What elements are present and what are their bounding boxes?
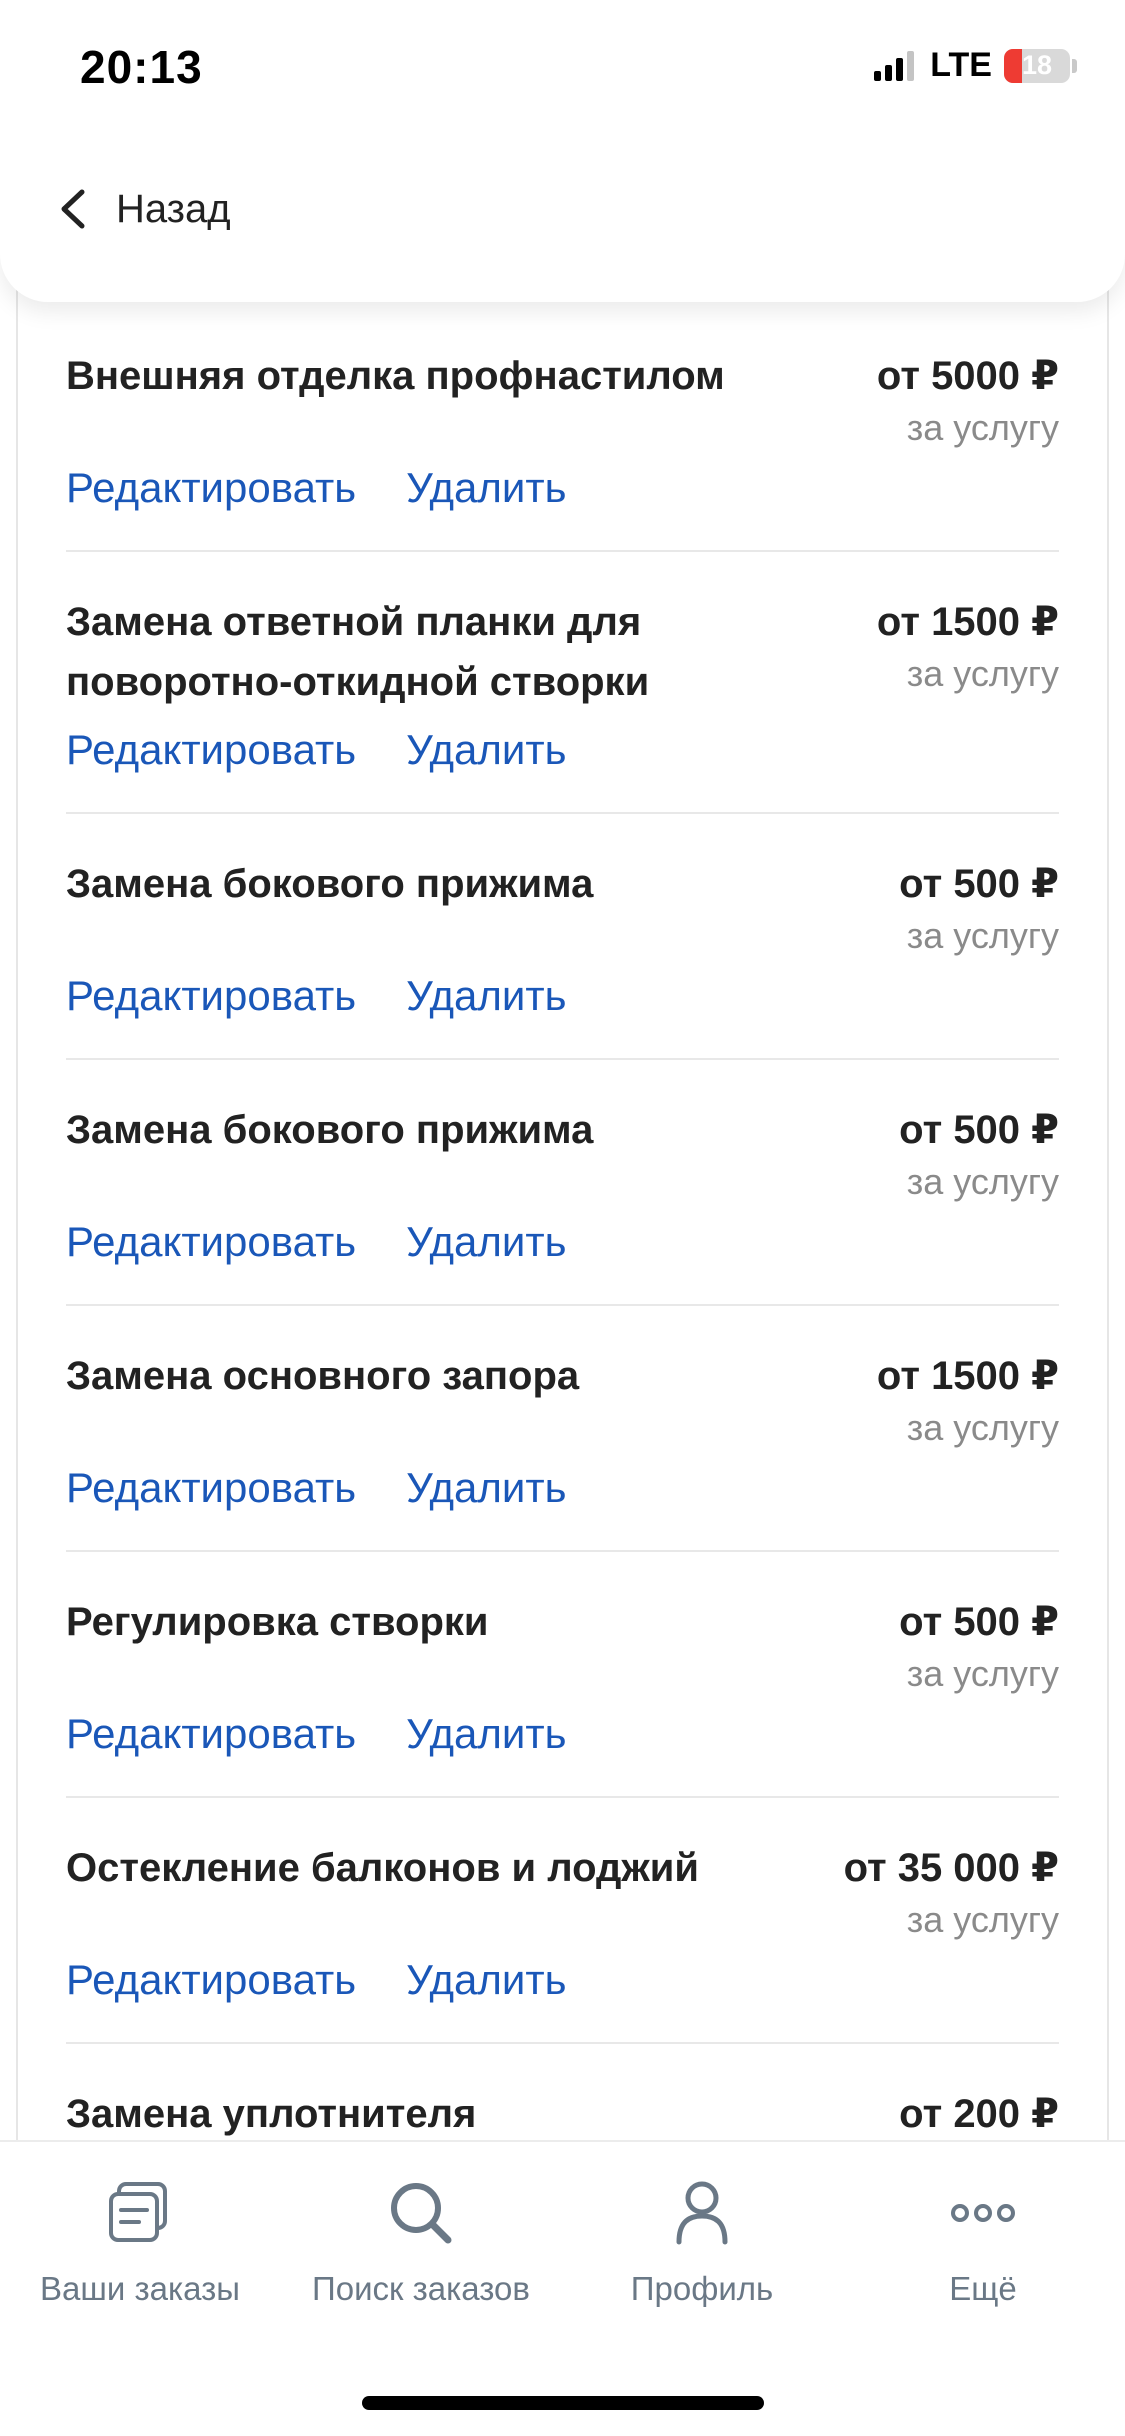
edit-button[interactable]: Редактировать [66,1214,356,1270]
service-title: Замена бокового прижима [66,1108,594,1152]
service-price-block: от 500 ₽ за услугу [799,854,1059,958]
service-title: Замена основного запора [66,1354,580,1398]
tab-bar: Ваши заказы Поиск заказов Профиль Ещё [0,2140,1125,2436]
service-title: Внешняя отделка профнастилом [66,354,725,398]
service-price-unit: за услугу [906,407,1059,448]
service-price-block: от 5000 ₽ за услугу [799,346,1059,450]
tab-more-label: Ещё [949,2270,1017,2307]
tab-search[interactable]: Поиск заказов [281,2178,561,2308]
service-price: от 1500 ₽ [876,1354,1059,1398]
battery-icon: 18 [1004,48,1070,83]
service-price-block: от 35 000 ₽ за услугу [799,1838,1059,1942]
service-price: от 5000 ₽ [876,354,1059,398]
tab-orders[interactable]: Ваши заказы [0,2178,280,2308]
service-price-block: от 500 ₽ за услугу [799,1100,1059,1204]
back-button[interactable]: Назад [116,187,231,232]
service-row: Замена ответной планки для поворотно-отк… [66,592,1059,712]
status-indicators: LTE 18 [874,46,1077,85]
person-icon [676,2181,728,2245]
status-time: 20:13 [80,41,203,93]
search-icon [391,2183,452,2244]
tab-more[interactable]: Ещё [843,2178,1123,2308]
service-item: Остекление балконов и лоджий от 35 000 ₽ з… [66,1838,1059,2044]
service-actions: Редактировать Удалить [66,460,1059,516]
service-actions: Редактировать Удалить [66,1706,1059,1762]
service-price-unit: за услугу [906,1161,1059,1202]
services-card: Внешняя отделка профнастилом от 5000 ₽ за … [16,250,1109,2150]
status-bar: 20:13 LTE 18 [0,0,1125,140]
battery-tip [1072,58,1077,73]
service-title: Замена бокового прижима [66,862,594,906]
service-price: от 1500 ₽ [876,600,1059,644]
service-price-block: от 500 ₽ за услугу [799,1592,1059,1696]
service-item: Замена основного запора от 1500 ₽ за услуг… [66,1346,1059,1552]
edit-button[interactable]: Редактировать [66,1460,356,1516]
tab-search-label: Поиск заказов [312,2270,530,2307]
chevron-left-icon[interactable] [56,187,90,231]
header: Назад [0,140,1125,302]
service-title: Замена ответной планки для поворотно-отк… [66,600,650,704]
service-price: от 35 000 ₽ [843,1846,1059,1890]
service-actions: Редактировать Удалить [66,968,1059,1024]
delete-button[interactable]: Удалить [406,460,566,516]
service-price-unit: за услугу [906,1899,1059,1940]
edit-button[interactable]: Редактировать [66,1952,356,2008]
service-price: от 200 ₽ [899,2092,1059,2136]
service-price: от 500 ₽ [899,1600,1059,1644]
service-actions: Редактировать Удалить [66,1460,1059,1516]
service-item: Замена бокового прижима от 500 ₽ за услугу… [66,1100,1059,1306]
service-price-unit: за услугу [906,915,1059,956]
delete-button[interactable]: Удалить [406,722,566,778]
service-price-unit: за услугу [906,653,1059,694]
service-price-block: от 1500 ₽ за услугу [799,1346,1059,1450]
service-actions: Редактировать Удалить [66,722,1059,778]
service-row: Замена бокового прижима от 500 ₽ за услугу [66,854,1059,958]
service-title: Регулировка створки [66,1600,489,1644]
network-type: LTE [930,46,992,84]
tab-orders-label: Ваши заказы [40,2270,240,2307]
service-price: от 500 ₽ [899,862,1059,906]
service-actions: Редактировать Удалить [66,1952,1059,2008]
edit-button[interactable]: Редактировать [66,460,356,516]
service-price-block: от 1500 ₽ за услугу [799,592,1059,712]
service-row: Внешняя отделка профнастилом от 5000 ₽ за … [66,346,1059,450]
delete-button[interactable]: Удалить [406,1214,566,1270]
signal-icon [874,50,918,81]
battery-level: 18 [1021,50,1053,80]
edit-button[interactable]: Редактировать [66,968,356,1024]
service-row: Замена основного запора от 1500 ₽ за услуг… [66,1346,1059,1450]
service-price-unit: за услугу [906,1407,1059,1448]
edit-button[interactable]: Редактировать [66,1706,356,1762]
delete-button[interactable]: Удалить [406,1952,566,2008]
edit-button[interactable]: Редактировать [66,722,356,778]
delete-button[interactable]: Удалить [406,1460,566,1516]
home-indicator [362,2396,764,2410]
service-actions: Редактировать Удалить [66,1214,1059,1270]
more-dots-icon [951,2204,1015,2222]
service-price-unit: за услугу [906,1653,1059,1694]
service-price: от 500 ₽ [899,1108,1059,1152]
tab-profile[interactable]: Профиль [562,2178,842,2308]
service-row: Замена бокового прижима от 500 ₽ за услугу [66,1100,1059,1204]
service-row: Остекление балконов и лоджий от 35 000 ₽ з… [66,1838,1059,1942]
service-row: Регулировка створки от 500 ₽ за услугу [66,1592,1059,1696]
service-item: Замена ответной планки для поворотно-отк… [66,592,1059,814]
service-title: Остекление балконов и лоджий [66,1846,699,1890]
service-item: Замена бокового прижима от 500 ₽ за услугу… [66,854,1059,1060]
delete-button[interactable]: Удалить [406,968,566,1024]
service-item: Регулировка створки от 500 ₽ за услугу Реда… [66,1592,1059,1798]
tab-profile-label: Профиль [630,2270,774,2307]
service-item: Внешняя отделка профнастилом от 5000 ₽ за … [66,346,1059,552]
services-list: Внешняя отделка профнастилом от 5000 ₽ за … [66,346,1059,2150]
delete-button[interactable]: Удалить [406,1706,566,1762]
document-list-icon [109,2182,167,2242]
